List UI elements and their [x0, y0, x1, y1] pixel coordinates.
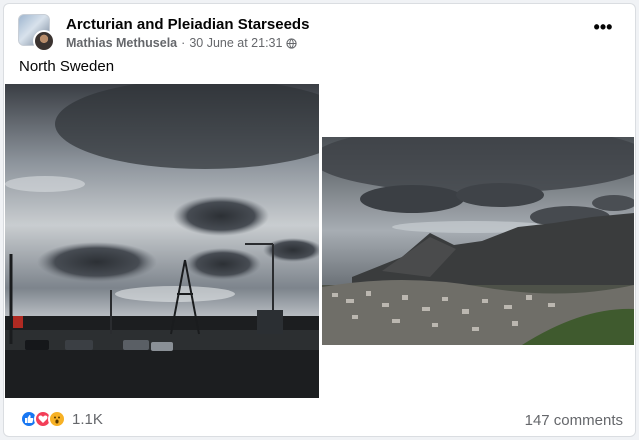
- avatar-group[interactable]: [18, 14, 55, 52]
- photo-right[interactable]: [322, 137, 634, 345]
- reactions-summary[interactable]: 1.1K: [20, 410, 103, 428]
- photo-left[interactable]: [5, 84, 319, 398]
- reaction-count[interactable]: 1.1K: [72, 411, 103, 428]
- post-footer: 1.1K 147 comments: [4, 404, 635, 436]
- comments-count-link[interactable]: 147 comments: [525, 412, 623, 429]
- post-header: Arcturian and Pleiadian Starseeds Mathia…: [18, 12, 625, 52]
- group-name-link[interactable]: Arcturian and Pleiadian Starseeds: [66, 16, 309, 33]
- post-card: Arcturian and Pleiadian Starseeds Mathia…: [3, 3, 636, 437]
- meta-separator: ·: [181, 36, 186, 50]
- globe-icon: [286, 37, 298, 49]
- post-meta: Mathias Methusela · 30 June at 21:31: [66, 36, 298, 50]
- post-media: [4, 84, 635, 402]
- user-avatar[interactable]: [33, 30, 55, 52]
- author-link[interactable]: Mathias Methusela: [66, 36, 177, 50]
- post-text: North Sweden: [19, 58, 115, 75]
- more-options-button[interactable]: •••: [591, 18, 615, 40]
- wow-icon: [48, 410, 66, 428]
- post-timestamp[interactable]: 30 June at 21:31: [189, 36, 282, 50]
